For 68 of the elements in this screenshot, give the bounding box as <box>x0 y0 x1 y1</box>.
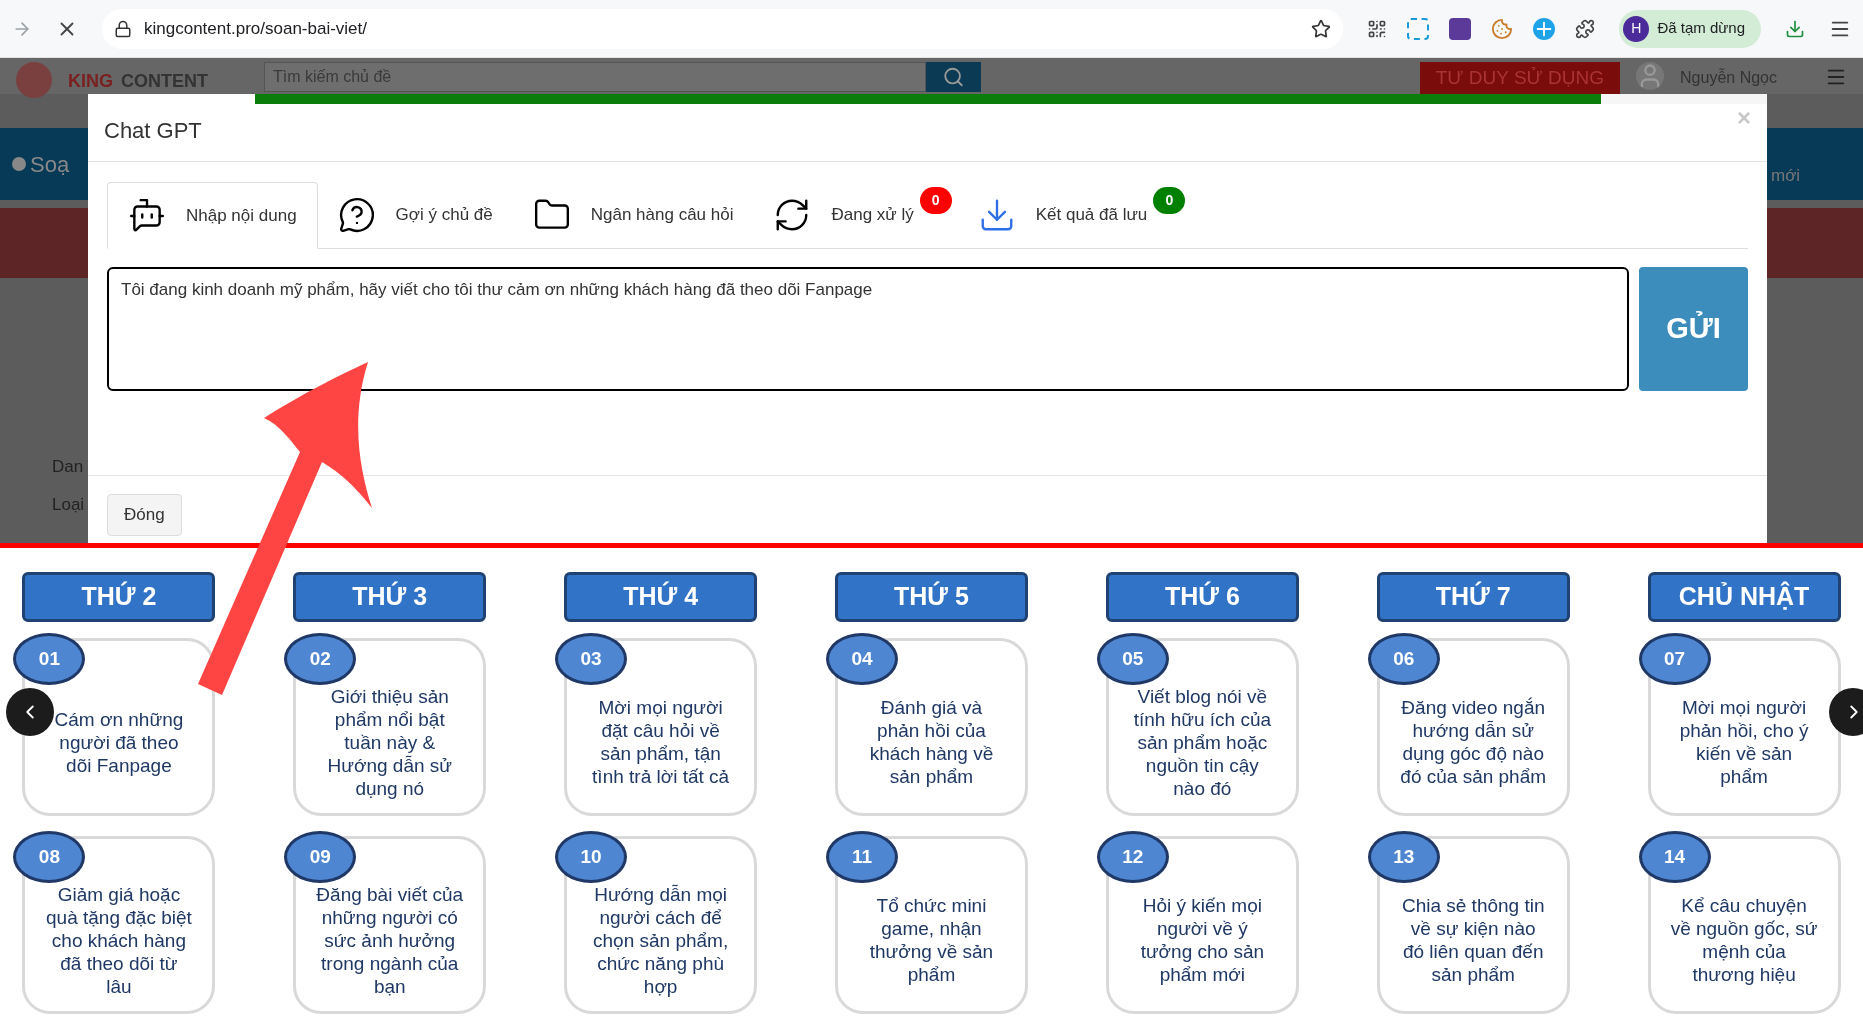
number-badge: 09 <box>284 831 357 883</box>
dialog-tab[interactable]: Kết quả đã lưu 0 <box>957 181 1192 248</box>
search-icon[interactable] <box>926 62 981 92</box>
number-badge: 12 <box>1096 831 1169 883</box>
number-badge: 13 <box>1367 831 1440 883</box>
task-text: Tổ chức mini game, nhận thưởng về sản phẩm <box>868 894 995 986</box>
number-badge: 02 <box>284 633 357 685</box>
url-text: kingcontent.pro/soan-bai-viet/ <box>144 17 368 40</box>
bookmark-star-icon[interactable] <box>1311 18 1332 39</box>
logo-text: KING <box>68 70 113 93</box>
question-bubble-icon <box>337 195 376 234</box>
dialog-title: Chat GPT <box>104 117 202 145</box>
task-text: Đánh giá và phản hồi của khách hàng về sản phẩm <box>868 696 995 788</box>
dialog-tab[interactable]: Nhập nội dung <box>107 182 318 249</box>
nav-text: Soạ <box>30 150 70 179</box>
task-text: Hỏi ý kiến mọi người về ý tưởng cho sản phẩm mới <box>1139 894 1266 986</box>
address-bar[interactable]: kingcontent.pro/soan-bai-viet/ <box>102 8 1344 49</box>
number-badge: 03 <box>555 633 628 685</box>
dialog-tab[interactable]: Ngân hàng câu hỏi <box>512 181 754 248</box>
number-badge: 11 <box>826 831 898 883</box>
number-badge: 01 <box>13 633 86 685</box>
task-text: Cám ơn những người đã theo dõi Fanpage <box>53 707 185 777</box>
number-badge: 04 <box>826 633 898 685</box>
message-input[interactable]: Tôi đang kinh doanh mỹ phẩm, hãy viết cho tôi thư cảm ơn những khách hàng đã theo dõi Fanpage <box>107 267 1629 391</box>
cookie-icon[interactable] <box>1491 17 1514 40</box>
puzzle-icon[interactable] <box>1575 18 1596 39</box>
download-icon[interactable] <box>1785 18 1805 39</box>
day-header: THỨ 5 <box>835 572 1028 622</box>
task-text: Giảm giá hoặc quà tặng đặc biệt cho khách hàng đã theo dõi từ lâu <box>45 882 193 998</box>
qr-code-icon[interactable] <box>1367 18 1388 39</box>
task-text: Chia sẻ thông tin về sự kiện nào đó liên quan đến sản phẩm <box>1400 894 1546 986</box>
number-badge: 10 <box>555 831 628 883</box>
number-badge: 07 <box>1638 633 1711 685</box>
task-text: Mời mọi người phản hồi, cho ý kiến về sản phẩm <box>1678 696 1810 788</box>
day-header: THỨ 3 <box>293 572 487 622</box>
number-badge: 06 <box>1367 633 1440 685</box>
count-badge: 0 <box>1153 187 1186 214</box>
extension-icon[interactable] <box>1449 17 1472 40</box>
dialog-tab[interactable]: Gợi ý chủ đề <box>317 181 513 248</box>
day-header: THỨ 2 <box>22 572 216 622</box>
profile-avatar: H <box>1623 15 1650 42</box>
number-badge: 14 <box>1638 831 1711 883</box>
day-header: THỨ 6 <box>1105 572 1299 622</box>
day-header: CHỦ NHẬT <box>1647 572 1841 622</box>
lock-icon <box>114 19 132 38</box>
count-badge: 0 <box>919 187 952 214</box>
task-text: Viết blog nói về tính hữu ích của sản phẩm hoặc nguồn tin cậy nào đó <box>1132 684 1273 800</box>
task-text: Kể câu chuyện về nguồn gốc, sứ mệnh của thương hiệu <box>1670 894 1818 986</box>
profile-status: Đã tạm dừng <box>1657 18 1745 39</box>
task-text: Hướng dẫn mọi người cách để chọn sản phẩm, chức năng phù hợp <box>592 882 730 998</box>
form-label: Loại <box>52 493 86 516</box>
task-text: Đăng bài viết của những người có sức ảnh hưởng trong ngành của bạn <box>316 882 464 998</box>
day-header: THỨ 7 <box>1376 572 1570 622</box>
day-header: THỨ 4 <box>564 572 758 622</box>
nav-text: mới <box>1771 165 1801 188</box>
task-text: Mời mọi người đặt câu hỏi về sản phẩm, tận tình trả lời tất cả <box>591 696 731 788</box>
profile-chip[interactable]: H Đã tạm dừng <box>1619 9 1761 48</box>
plus-icon[interactable] <box>1533 17 1556 40</box>
previous-button[interactable] <box>6 688 54 736</box>
number-badge: 08 <box>13 831 86 883</box>
task-text: Giới thiệu sản phẩm nổi bật tuần này & Hướng dẫn sử dụng nó <box>326 684 453 800</box>
task-text: Đăng video ngắn hướng dẫn sử dụng góc độ nào đó của sản phẩm <box>1399 696 1547 788</box>
form-label: Dan <box>52 456 85 478</box>
close-dialog-button[interactable]: Đóng <box>107 494 182 536</box>
send-button[interactable]: GỬI <box>1639 267 1748 391</box>
dialog-tab[interactable]: Đang xử lý 0 <box>753 181 958 248</box>
user-avatar <box>1636 62 1665 90</box>
number-badge: 05 <box>1096 633 1169 685</box>
